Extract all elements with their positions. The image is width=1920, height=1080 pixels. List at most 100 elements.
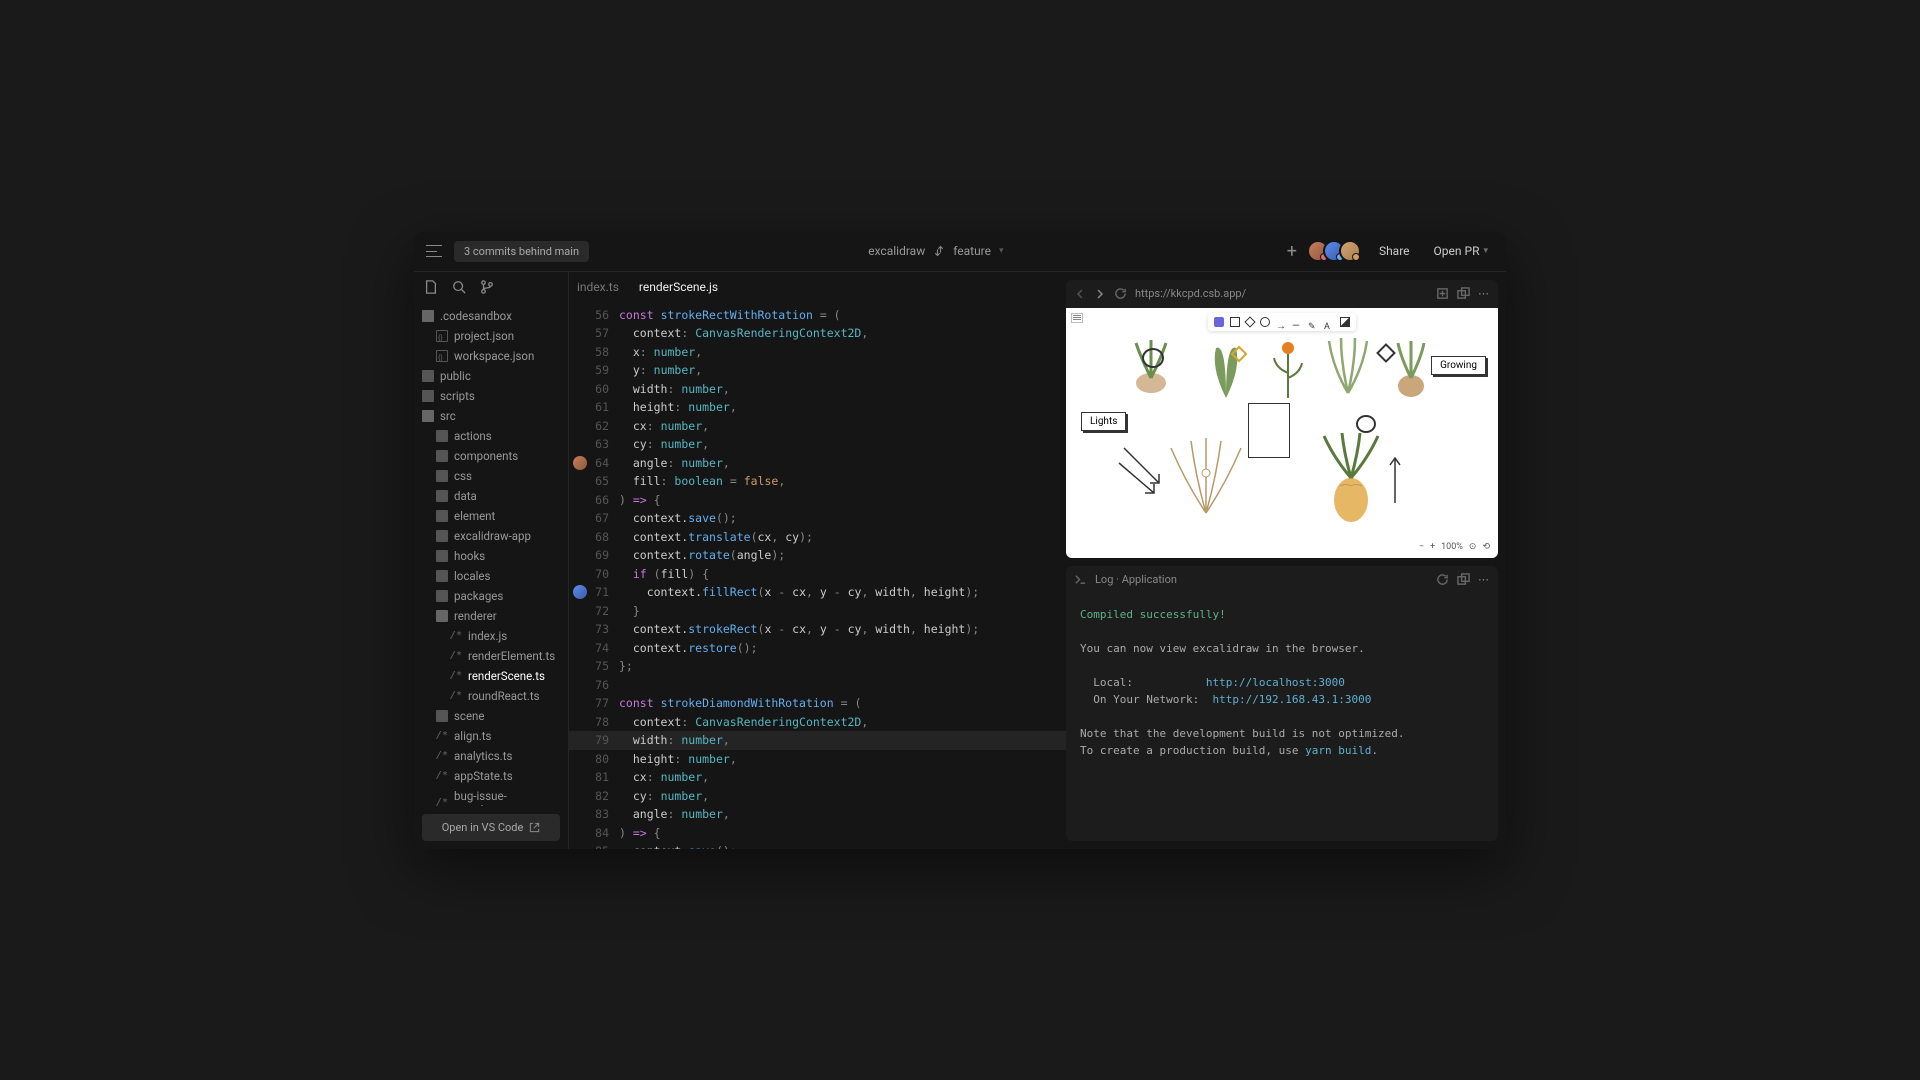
blame-avatar[interactable] (573, 456, 587, 470)
code-line[interactable]: 73 context.strokeRect(x - cx, y - cy, wi… (569, 620, 1066, 639)
code-line[interactable]: 77const strokeDiamondWithRotation = ( (569, 694, 1066, 713)
add-button[interactable]: + (1283, 241, 1301, 262)
canvas-toolbar[interactable] (1208, 313, 1356, 331)
code-line[interactable]: 76 (569, 676, 1066, 695)
tree-folder[interactable]: css (414, 466, 568, 486)
tool-image-icon[interactable] (1340, 317, 1350, 327)
canvas-rectangle-shape[interactable] (1248, 403, 1290, 458)
tree-folder[interactable]: public (414, 366, 568, 386)
search-icon[interactable] (452, 280, 466, 294)
code-editor[interactable]: 56const strokeRectWithRotation = (57 con… (569, 302, 1066, 849)
canvas-label-lights[interactable]: Lights (1081, 412, 1126, 431)
tree-folder[interactable]: renderer (414, 606, 568, 626)
back-icon[interactable] (1074, 288, 1086, 300)
code-line[interactable]: 69 context.rotate(angle); (569, 546, 1066, 565)
git-branch-icon[interactable] (480, 280, 494, 294)
tool-ellipse-icon[interactable] (1260, 317, 1270, 327)
share-button[interactable]: Share (1373, 240, 1416, 262)
code-line[interactable]: 68 context.translate(cx, cy); (569, 528, 1066, 547)
tree-folder[interactable]: data (414, 486, 568, 506)
tool-arrow-icon[interactable] (1276, 317, 1286, 327)
code-line[interactable]: 85 context.save(); (569, 842, 1066, 849)
canvas-menu-icon[interactable] (1071, 313, 1083, 323)
tree-folder[interactable]: hooks (414, 546, 568, 566)
code-line[interactable]: 80 height: number, (569, 750, 1066, 769)
code-line[interactable]: 66) => { (569, 491, 1066, 510)
preview-url[interactable]: https://kkcpd.csb.app/ (1135, 287, 1428, 300)
tree-folder[interactable]: locales (414, 566, 568, 586)
tree-file[interactable]: /*roundReact.ts (414, 686, 568, 706)
code-line[interactable]: 56const strokeRectWithRotation = ( (569, 306, 1066, 325)
editor-tab[interactable]: renderScene.js (639, 280, 718, 294)
zoom-in-icon[interactable]: + (1430, 542, 1435, 552)
tree-folder[interactable]: actions (414, 426, 568, 446)
canvas-arrow-shape[interactable] (1114, 443, 1169, 498)
reload-icon[interactable] (1114, 287, 1127, 300)
zoom-fit-icon[interactable]: ⟲ (1482, 542, 1490, 552)
tree-folder[interactable]: element (414, 506, 568, 526)
open-pr-button[interactable]: Open PR ▾ (1428, 240, 1494, 262)
code-line[interactable]: 71 context.fillRect(x - cx, y - cy, widt… (569, 583, 1066, 602)
tree-folder[interactable]: components (414, 446, 568, 466)
tree-folder[interactable]: scripts (414, 386, 568, 406)
code-line[interactable]: 67 context.save(); (569, 509, 1066, 528)
code-line[interactable]: 57 context: CanvasRenderingContext2D, (569, 324, 1066, 343)
code-line[interactable]: 65 fill: boolean = false, (569, 472, 1066, 491)
tool-diamond-icon[interactable] (1244, 316, 1255, 327)
more-icon[interactable]: ⋯ (1478, 287, 1490, 300)
avatar[interactable] (1339, 240, 1361, 262)
tree-file[interactable]: project.json (414, 326, 568, 346)
add-tab-icon[interactable] (1436, 287, 1449, 300)
code-line[interactable]: 70 if (fill) { (569, 565, 1066, 584)
code-line[interactable]: 72 } (569, 602, 1066, 621)
commits-behind-badge[interactable]: 3 commits behind main (454, 241, 589, 262)
canvas-ellipse-shape[interactable] (1142, 348, 1164, 368)
project-breadcrumb[interactable]: excalidraw feature ▾ (601, 244, 1271, 258)
editor-tab[interactable]: index.ts (577, 280, 619, 294)
code-line[interactable]: 62 cx: number, (569, 417, 1066, 436)
code-line[interactable]: 83 angle: number, (569, 805, 1066, 824)
reload-icon[interactable] (1436, 573, 1449, 586)
code-line[interactable]: 74 context.restore(); (569, 639, 1066, 658)
code-line[interactable]: 75}; (569, 657, 1066, 676)
log-output[interactable]: Compiled successfully! You can now view … (1066, 594, 1498, 841)
tool-line-icon[interactable] (1292, 317, 1302, 327)
zoom-reset-icon[interactable]: ⊙ (1469, 542, 1477, 552)
code-line[interactable]: 58 x: number, (569, 343, 1066, 362)
tree-file[interactable]: /*renderScene.ts (414, 666, 568, 686)
forward-icon[interactable] (1094, 288, 1106, 300)
tool-draw-icon[interactable] (1308, 317, 1318, 327)
menu-icon[interactable] (426, 245, 442, 257)
code-line[interactable]: 81 cx: number, (569, 768, 1066, 787)
canvas-ellipse-shape[interactable] (1356, 415, 1376, 433)
blame-avatar[interactable] (573, 585, 587, 599)
tree-folder[interactable]: packages (414, 586, 568, 606)
tree-file[interactable]: /*appState.ts (414, 766, 568, 786)
file-icon[interactable] (424, 280, 438, 294)
canvas-arrow-shape[interactable] (1388, 453, 1403, 508)
tree-file[interactable]: /*renderElement.ts (414, 646, 568, 666)
code-line[interactable]: 79 width: number, (569, 731, 1066, 750)
popout-icon[interactable] (1457, 573, 1470, 586)
tree-file[interactable]: /*align.ts (414, 726, 568, 746)
tool-rectangle-icon[interactable] (1230, 317, 1240, 327)
tree-folder[interactable]: excalidraw-app (414, 526, 568, 546)
tree-folder[interactable]: .codesandbox (414, 306, 568, 326)
code-line[interactable]: 64 angle: number, (569, 454, 1066, 473)
zoom-controls[interactable]: − + 100% ⊙ ⟲ (1419, 542, 1490, 552)
zoom-out-icon[interactable]: − (1419, 542, 1424, 552)
tree-file[interactable]: /*analytics.ts (414, 746, 568, 766)
tool-select-icon[interactable] (1214, 317, 1224, 327)
code-line[interactable]: 61 height: number, (569, 398, 1066, 417)
tree-file[interactable]: /*index.js (414, 626, 568, 646)
tree-folder[interactable]: src (414, 406, 568, 426)
code-line[interactable]: 63 cy: number, (569, 435, 1066, 454)
canvas-label-growing[interactable]: Growing (1431, 356, 1486, 375)
code-line[interactable]: 82 cy: number, (569, 787, 1066, 806)
code-line[interactable]: 78 context: CanvasRenderingContext2D, (569, 713, 1066, 732)
popout-icon[interactable] (1457, 287, 1470, 300)
collaborator-avatars[interactable] (1313, 240, 1361, 262)
open-in-vscode-button[interactable]: Open in VS Code (422, 814, 560, 841)
tree-folder[interactable]: scene (414, 706, 568, 726)
tree-file[interactable]: /*bug-issue-template.ts (414, 786, 568, 806)
